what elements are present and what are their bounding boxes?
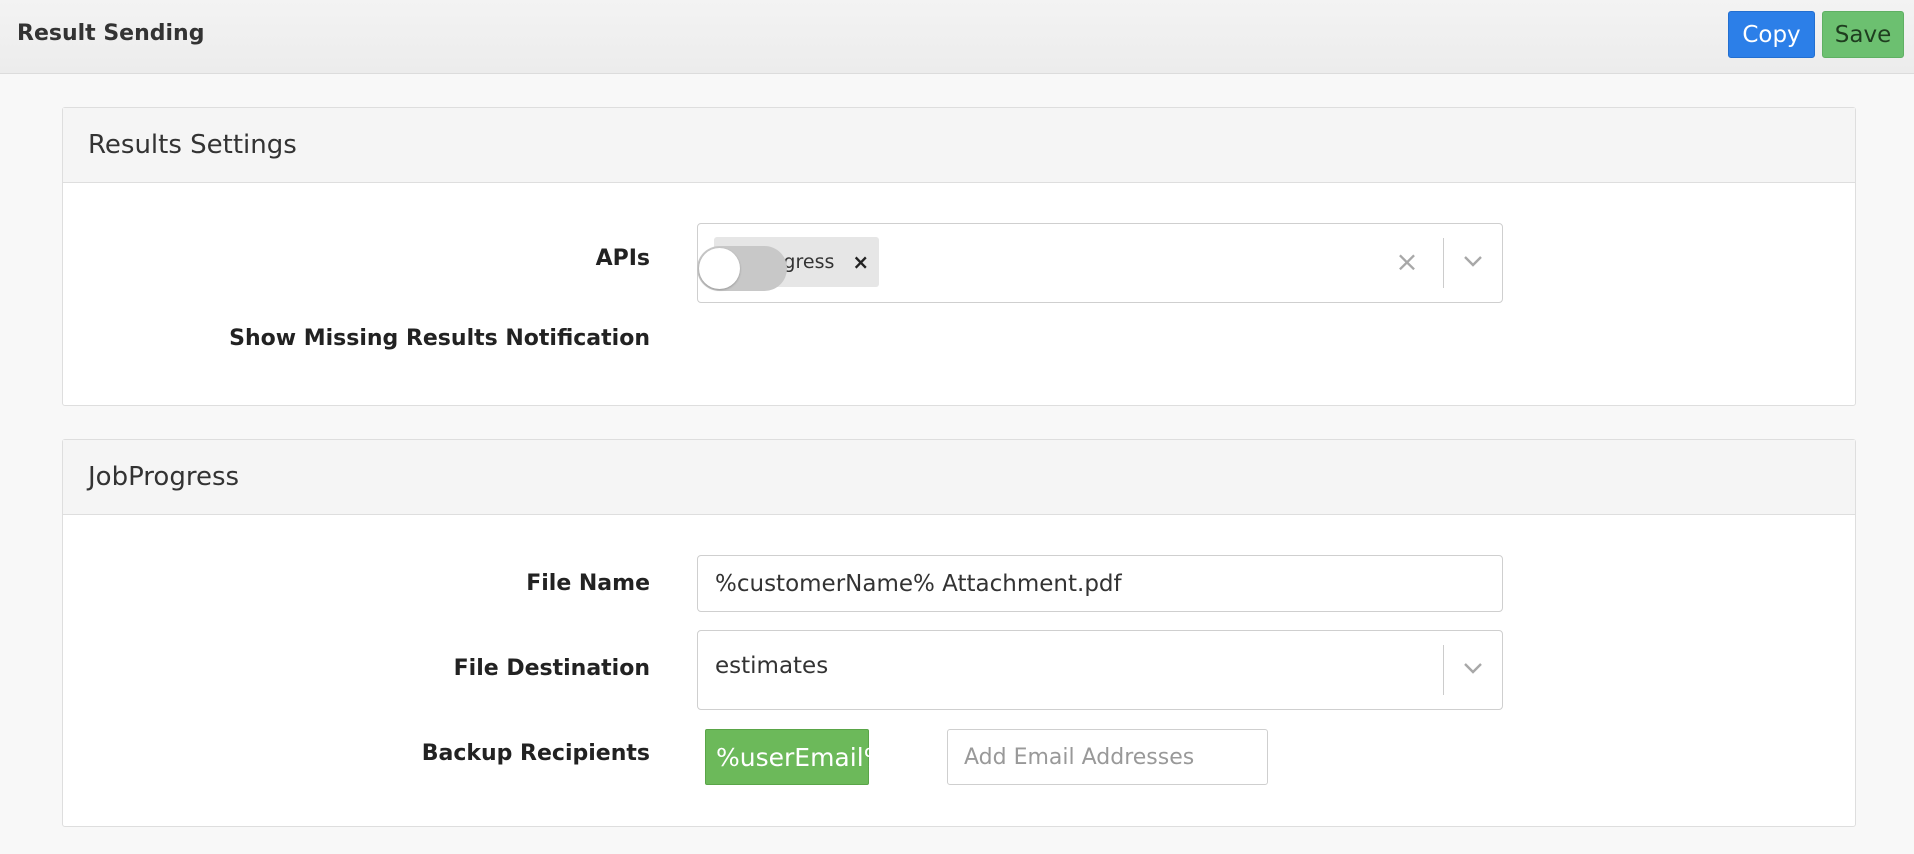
job-progress-panel: JobProgress File Name File Destination e… — [62, 439, 1856, 827]
file-destination-select[interactable]: estimates — [697, 630, 1503, 710]
missing-notification-toggle[interactable] — [697, 246, 787, 291]
chevron-down-icon[interactable] — [1458, 653, 1488, 683]
apis-multiselect[interactable]: JobProgress × × — [697, 223, 1503, 303]
add-email-input[interactable] — [947, 729, 1268, 785]
copy-button[interactable]: Copy — [1728, 11, 1815, 58]
job-progress-header: JobProgress — [63, 440, 1855, 515]
remove-recipient-icon[interactable]: × — [887, 745, 905, 770]
separator — [1443, 238, 1444, 288]
separator — [1443, 645, 1444, 695]
remove-tag-icon[interactable]: × — [852, 250, 869, 274]
job-progress-title: JobProgress — [88, 462, 240, 492]
recipient-chip-label: %userEmail% — [716, 742, 888, 772]
save-button[interactable]: Save — [1822, 11, 1904, 58]
apis-label: APIs — [595, 246, 650, 271]
file-name-input[interactable] — [697, 555, 1503, 612]
recipient-chip: %userEmail% × — [705, 729, 906, 785]
toggle-knob — [699, 248, 740, 289]
results-settings-header: Results Settings — [63, 108, 1855, 183]
file-name-label: File Name — [526, 571, 650, 596]
page-title: Result Sending — [17, 21, 205, 46]
file-destination-value: estimates — [715, 653, 829, 679]
backup-recipients-label: Backup Recipients — [421, 741, 650, 766]
missing-notification-label: Show Missing Results Notification — [229, 326, 650, 351]
top-bar: Result Sending Copy Save — [0, 0, 1914, 74]
clear-icon[interactable]: × — [1392, 245, 1422, 278]
chevron-down-icon[interactable] — [1458, 246, 1488, 276]
results-settings-title: Results Settings — [88, 130, 297, 160]
results-settings-panel: Results Settings APIs JobProgress × × Sh… — [62, 107, 1856, 406]
file-destination-label: File Destination — [453, 656, 650, 681]
